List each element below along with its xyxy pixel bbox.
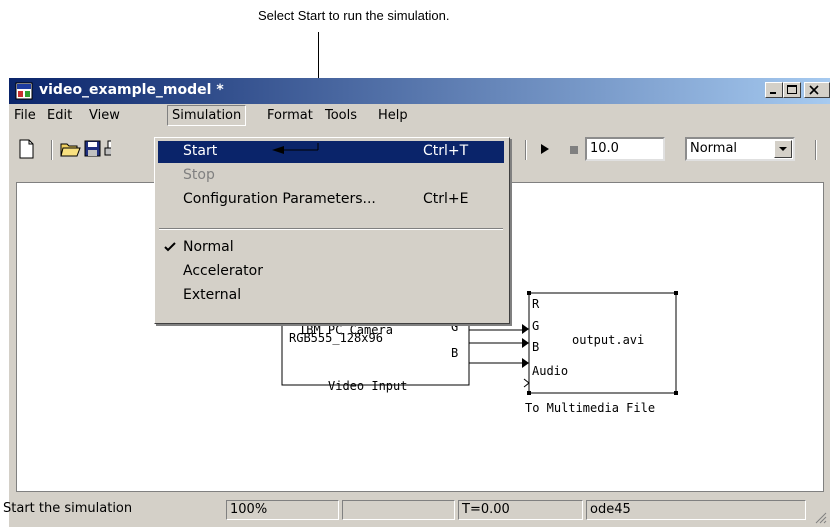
port-b-in: B (532, 340, 540, 354)
model-icon (15, 82, 33, 100)
title-bar[interactable]: video_example_model * (9, 78, 830, 104)
open-icon[interactable] (59, 138, 81, 160)
minimize-button[interactable] (765, 82, 783, 98)
menu-file[interactable]: File (14, 108, 36, 123)
status-zoom: 100% (226, 500, 339, 520)
menu-item-accelerator-label: Accelerator (183, 263, 263, 279)
menu-item-start-shortcut: Ctrl+T (423, 143, 469, 159)
menu-item-config-label: Configuration Parameters... (183, 191, 376, 207)
simulation-menu: Start Ctrl+T Stop Configuration Paramete… (154, 137, 510, 324)
status-bar: Start the simulation 100% T=0.00 ode45 (3, 494, 830, 527)
callout-annotation: Select Start to run the simulation. (258, 8, 450, 23)
status-time: T=0.00 (458, 500, 583, 520)
callout-arrow-icon (272, 143, 319, 154)
multimedia-file-caption: To Multimedia File (525, 401, 656, 415)
stop-icon[interactable] (569, 144, 579, 154)
menu-separator (159, 228, 503, 230)
menu-item-external-label: External (183, 287, 242, 303)
maximize-button[interactable] (783, 82, 801, 98)
print-icon[interactable] (103, 138, 111, 160)
menu-tools[interactable]: Tools (325, 108, 357, 123)
close-button[interactable] (804, 82, 830, 98)
status-message: Start the simulation (3, 501, 133, 516)
video-input-format: RGB555_128x96 (289, 331, 383, 345)
menu-item-start-label: Start (183, 143, 218, 159)
status-blank (342, 500, 455, 520)
port-b-out: B (451, 346, 459, 360)
simulation-mode-select[interactable]: Normal (685, 137, 795, 161)
new-icon[interactable] (17, 138, 37, 160)
menu-item-normal[interactable]: Normal (158, 237, 504, 259)
menu-item-accelerator[interactable]: Accelerator (158, 261, 504, 283)
toolbar-separator (525, 140, 527, 160)
video-input-caption: Video Input (328, 379, 408, 393)
toolbar-separator (815, 140, 817, 160)
stop-time-input[interactable]: 10.0 (585, 137, 665, 161)
window-title: video_example_model * (39, 82, 224, 98)
menu-view[interactable]: View (89, 108, 120, 123)
menu-item-normal-label: Normal (183, 239, 234, 255)
menu-item-configuration-parameters[interactable]: Configuration Parameters... Ctrl+E (158, 189, 504, 211)
port-g-in: G (532, 319, 540, 333)
port-r-in: R (532, 297, 540, 311)
menu-bar: File Edit View Simulation Format Tools H… (9, 104, 830, 128)
save-icon[interactable] (82, 138, 104, 160)
toolbar-separator (51, 140, 53, 160)
port-audio-in: Audio (532, 364, 569, 378)
chevron-down-icon[interactable] (774, 140, 792, 158)
resize-grip-icon[interactable] (813, 510, 827, 524)
menu-edit[interactable]: Edit (47, 108, 72, 123)
play-icon[interactable] (539, 142, 551, 156)
menu-item-config-shortcut: Ctrl+E (423, 191, 469, 207)
menu-item-start[interactable]: Start Ctrl+T (158, 141, 504, 163)
menu-item-external[interactable]: External (158, 285, 504, 307)
menu-simulation[interactable]: Simulation (167, 105, 247, 126)
checkmark-icon (164, 241, 176, 257)
menu-item-stop: Stop (158, 165, 504, 187)
menu-item-stop-label: Stop (183, 167, 215, 183)
status-solver: ode45 (586, 500, 806, 520)
simulation-mode-value: Normal (690, 141, 738, 156)
menu-format[interactable]: Format (267, 108, 313, 123)
output-filename: output.avi (572, 333, 645, 347)
menu-help[interactable]: Help (378, 108, 408, 123)
